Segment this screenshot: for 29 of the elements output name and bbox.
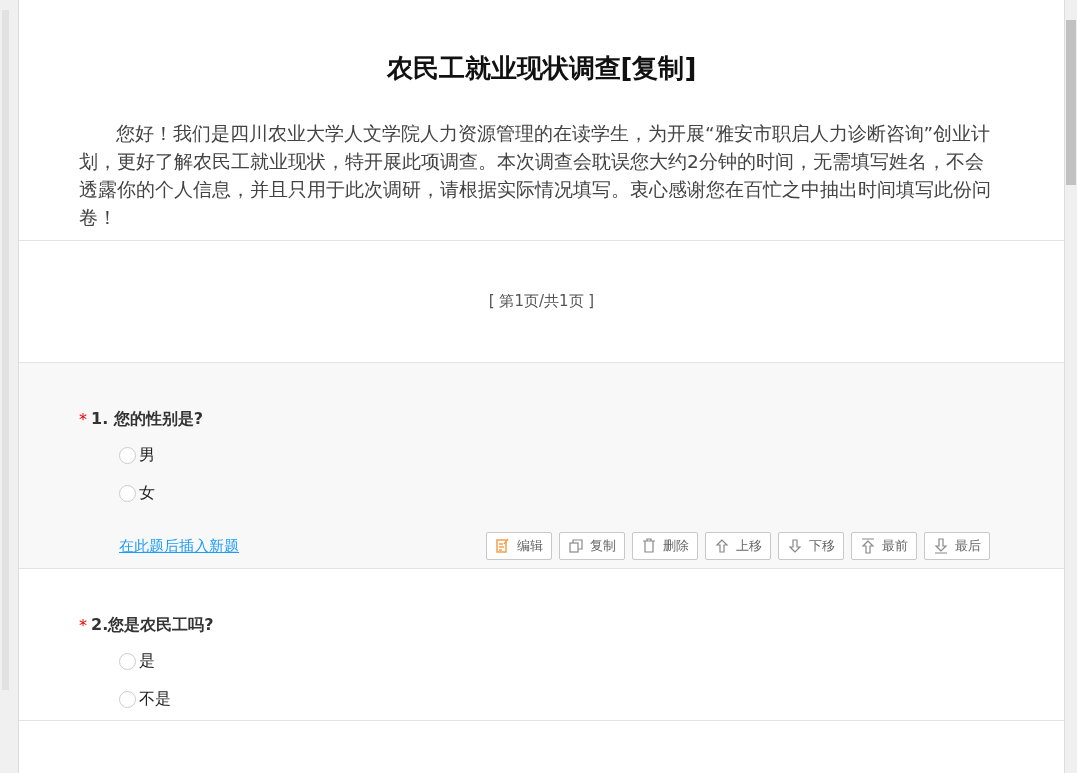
copy-icon	[568, 538, 584, 554]
radio-button[interactable]	[119, 446, 136, 464]
question-title: 1. 您的性别是?	[91, 409, 204, 430]
toolbar-button[interactable]: 最前	[851, 532, 917, 560]
edit-icon	[495, 538, 511, 554]
toolbar-button[interactable]: 复制	[559, 532, 625, 560]
option-label: 是	[139, 650, 155, 672]
up-icon	[714, 538, 730, 554]
radio-button[interactable]	[119, 652, 136, 670]
down-icon	[787, 538, 803, 554]
toolbar-button[interactable]: 删除	[632, 532, 698, 560]
delete-icon	[641, 538, 657, 554]
radio-button[interactable]	[119, 484, 136, 502]
page-indicator: [ 第1页/共1页 ]	[488, 292, 595, 311]
top-icon	[860, 538, 876, 554]
radio-button[interactable]	[119, 690, 136, 708]
toolbar-button[interactable]: 上移	[705, 532, 771, 560]
option-label: 不是	[139, 688, 171, 710]
required-mark: *	[79, 410, 87, 429]
survey-title: 农民工就业现状调查[复制]	[385, 52, 698, 85]
question-title: 2.您是农民工吗?	[91, 615, 214, 636]
toolbar-button[interactable]: 下移	[778, 532, 844, 560]
toolbar-button[interactable]: 最后	[924, 532, 990, 560]
intro-paragraph: 您好！我们是四川农业大学人文学院人力资源管理的在读学生，为开展“雅安市职启人力诊断咨询”创业计划，更好了解农民工就业现状，特开展此项调查。本次调查会耽误您大约2分钟的时间，无需填写姓名，不会透露你的个人信息，并且只用于此次调研，请根据实际情况填写。衷心感谢您在百忙之中抽出时间填写此份问卷！	[19, 120, 1064, 241]
toolbar-button[interactable]: 编辑	[486, 532, 552, 560]
required-mark: *	[79, 616, 87, 635]
bottom-icon	[933, 538, 949, 554]
option-label: 女	[139, 482, 155, 504]
option-label: 男	[139, 444, 155, 466]
